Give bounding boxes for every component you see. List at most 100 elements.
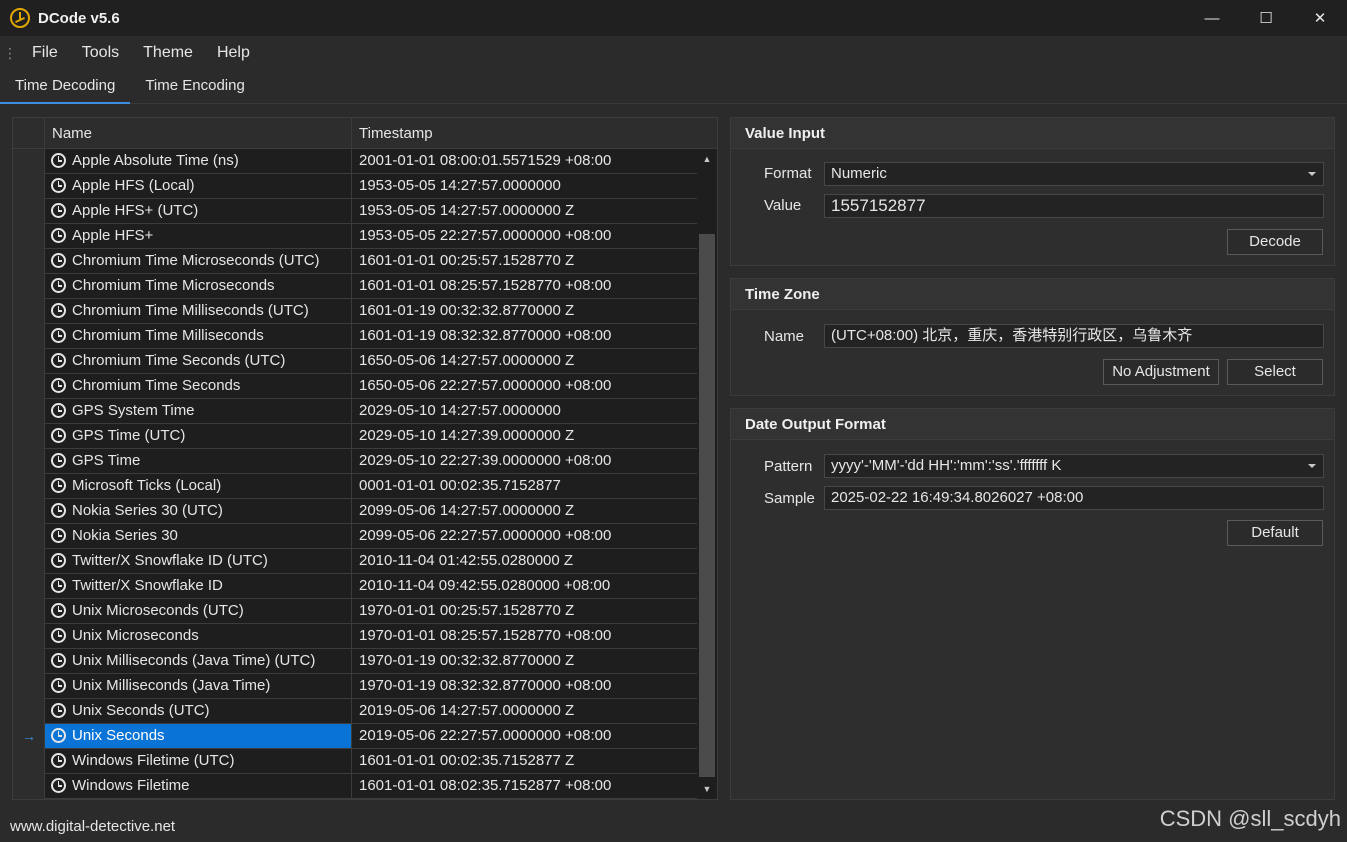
select-timezone-button[interactable]: Select xyxy=(1227,359,1323,385)
row-name-cell[interactable]: Twitter/X Snowflake ID xyxy=(44,574,351,598)
row-name-cell[interactable]: Microsoft Ticks (Local) xyxy=(44,474,351,498)
row-timestamp-cell[interactable]: 1953-05-05 22:27:57.0000000 +08:00 xyxy=(351,224,697,248)
row-timestamp-cell[interactable]: 1601-01-01 00:02:35.7152877 Z xyxy=(351,749,697,773)
column-header-timestamp[interactable]: Timestamp xyxy=(351,118,697,149)
row-name-cell[interactable]: Windows Filetime (UTC) xyxy=(44,749,351,773)
row-name-cell[interactable]: GPS System Time xyxy=(44,399,351,423)
table-row[interactable]: Unix Seconds 2019-05-06 22:27:57.0000000 … xyxy=(44,724,697,749)
row-timestamp-cell[interactable]: 1970-01-01 00:25:57.1528770 Z xyxy=(351,599,697,623)
row-name-cell[interactable]: Chromium Time Microseconds xyxy=(44,274,351,298)
row-name-cell[interactable]: Chromium Time Seconds (UTC) xyxy=(44,349,351,373)
row-name-cell[interactable]: Windows Filetime xyxy=(44,774,351,798)
row-timestamp-cell[interactable]: 2010-11-04 09:42:55.0280000 +08:00 xyxy=(351,574,697,598)
row-timestamp-cell[interactable]: 2001-01-01 08:00:01.5571529 +08:00 xyxy=(351,149,697,173)
row-timestamp-cell[interactable]: 2029-05-10 22:27:39.0000000 +08:00 xyxy=(351,449,697,473)
table-row[interactable]: Unix Microseconds 1970-01-01 08:25:57.152… xyxy=(44,624,697,649)
table-row[interactable]: Apple HFS+ 1953-05-05 22:27:57.0000000 +0… xyxy=(44,224,697,249)
table-row[interactable]: Unix Microseconds (UTC) 1970-01-01 00:25:… xyxy=(44,599,697,624)
row-name-cell[interactable]: Chromium Time Microseconds (UTC) xyxy=(44,249,351,273)
row-name-cell[interactable]: Chromium Time Milliseconds (UTC) xyxy=(44,299,351,323)
row-timestamp-cell[interactable]: 1601-01-19 08:32:32.8770000 +08:00 xyxy=(351,324,697,348)
table-row[interactable]: Chromium Time Microseconds 1601-01-01 08:… xyxy=(44,274,697,299)
row-name-cell[interactable]: Unix Seconds (UTC) xyxy=(44,699,351,723)
row-name-cell[interactable]: Chromium Time Seconds xyxy=(44,374,351,398)
no-adjustment-button[interactable]: No Adjustment xyxy=(1103,359,1219,385)
row-name-cell[interactable]: Unix Microseconds (UTC) xyxy=(44,599,351,623)
table-row[interactable]: Nokia Series 30 2099-05-06 22:27:57.00000… xyxy=(44,524,697,549)
table-row[interactable]: Nokia Series 30 (UTC) 2099-05-06 14:27:57… xyxy=(44,499,697,524)
row-name-cell[interactable]: Apple HFS+ (UTC) xyxy=(44,199,351,223)
close-button[interactable]: ✕ xyxy=(1293,0,1347,36)
table-row[interactable]: Apple HFS (Local) 1953-05-05 14:27:57.000… xyxy=(44,174,697,199)
row-timestamp-cell[interactable]: 1601-01-19 00:32:32.8770000 Z xyxy=(351,299,697,323)
column-header-name[interactable]: Name xyxy=(44,118,351,149)
row-name-cell[interactable]: Unix Milliseconds (Java Time) (UTC) xyxy=(44,649,351,673)
row-name-cell[interactable]: Apple Absolute Time (ns) xyxy=(44,149,351,173)
table-row[interactable]: Unix Milliseconds (Java Time) (UTC) 1970-… xyxy=(44,649,697,674)
row-timestamp-cell[interactable]: 2099-05-06 22:27:57.0000000 +08:00 xyxy=(351,524,697,548)
maximize-button[interactable]: ☐ xyxy=(1239,0,1293,36)
row-timestamp-cell[interactable]: 2010-11-04 01:42:55.0280000 Z xyxy=(351,549,697,573)
row-name-cell[interactable]: GPS Time (UTC) xyxy=(44,424,351,448)
row-timestamp-cell[interactable]: 2099-05-06 14:27:57.0000000 Z xyxy=(351,499,697,523)
format-select[interactable]: Numeric xyxy=(824,162,1324,186)
row-timestamp-cell[interactable]: 1601-01-01 08:02:35.7152877 +08:00 xyxy=(351,774,697,798)
table-row[interactable]: Chromium Time Milliseconds 1601-01-19 08:… xyxy=(44,324,697,349)
row-name-cell[interactable]: Chromium Time Milliseconds xyxy=(44,324,351,348)
table-row[interactable]: Unix Seconds (UTC) 2019-05-06 14:27:57.00… xyxy=(44,699,697,724)
row-timestamp-cell[interactable]: 1601-01-01 08:25:57.1528770 +08:00 xyxy=(351,274,697,298)
row-timestamp-cell[interactable]: 0001-01-01 00:02:35.7152877 xyxy=(351,474,697,498)
default-button[interactable]: Default xyxy=(1227,520,1323,546)
tab-time-decoding[interactable]: Time Decoding xyxy=(0,70,131,104)
table-row[interactable]: Chromium Time Seconds (UTC) 1650-05-06 14… xyxy=(44,349,697,374)
table-row[interactable]: Apple Absolute Time (ns) 2001-01-01 08:00… xyxy=(44,149,697,174)
table-row[interactable]: Windows Filetime (UTC) 1601-01-01 00:02:3… xyxy=(44,749,697,774)
scroll-up-icon[interactable]: ▲ xyxy=(697,151,717,167)
row-timestamp-cell[interactable]: 1970-01-19 08:32:32.8770000 +08:00 xyxy=(351,674,697,698)
scroll-down-icon[interactable]: ▼ xyxy=(697,781,717,797)
row-name-cell[interactable]: Unix Milliseconds (Java Time) xyxy=(44,674,351,698)
menu-theme[interactable]: Theme xyxy=(131,44,205,62)
row-timestamp-cell[interactable]: 2019-05-06 14:27:57.0000000 Z xyxy=(351,699,697,723)
row-timestamp-cell[interactable]: 2029-05-10 14:27:57.0000000 xyxy=(351,399,697,423)
table-row[interactable]: Twitter/X Snowflake ID 2010-11-04 09:42:5… xyxy=(44,574,697,599)
row-timestamp-cell[interactable]: 2029-05-10 14:27:39.0000000 Z xyxy=(351,424,697,448)
tab-time-encoding[interactable]: Time Encoding xyxy=(130,70,260,104)
table-row[interactable]: GPS Time (UTC) 2029-05-10 14:27:39.000000… xyxy=(44,424,697,449)
row-name-cell[interactable]: Unix Microseconds xyxy=(44,624,351,648)
minimize-button[interactable]: — xyxy=(1185,0,1239,36)
decode-button[interactable]: Decode xyxy=(1227,229,1323,255)
table-row[interactable]: Chromium Time Microseconds (UTC) 1601-01-… xyxy=(44,249,697,274)
pattern-select[interactable]: yyyy'-'MM'-'dd HH':'mm':'ss'.'fffffff K xyxy=(824,454,1324,478)
row-name-cell[interactable]: Twitter/X Snowflake ID (UTC) xyxy=(44,549,351,573)
scrollbar-thumb[interactable] xyxy=(699,234,715,777)
table-row[interactable]: GPS System Time 2029-05-10 14:27:57.00000… xyxy=(44,399,697,424)
table-row[interactable]: Apple HFS+ (UTC) 1953-05-05 14:27:57.0000… xyxy=(44,199,697,224)
row-name-cell[interactable]: Nokia Series 30 (UTC) xyxy=(44,499,351,523)
row-timestamp-cell[interactable]: 1970-01-01 08:25:57.1528770 +08:00 xyxy=(351,624,697,648)
menu-file[interactable]: File xyxy=(20,44,70,62)
timestamp-grid[interactable]: Name Timestamp → Apple Absolute Time (ns… xyxy=(12,117,718,800)
row-name-cell[interactable]: GPS Time xyxy=(44,449,351,473)
row-name-cell[interactable]: Apple HFS+ xyxy=(44,224,351,248)
row-timestamp-cell[interactable]: 1953-05-05 14:27:57.0000000 xyxy=(351,174,697,198)
table-row[interactable]: GPS Time 2029-05-10 22:27:39.0000000 +08:… xyxy=(44,449,697,474)
row-timestamp-cell[interactable]: 1650-05-06 22:27:57.0000000 +08:00 xyxy=(351,374,697,398)
row-name-cell[interactable]: Nokia Series 30 xyxy=(44,524,351,548)
row-timestamp-cell[interactable]: 1953-05-05 14:27:57.0000000 Z xyxy=(351,199,697,223)
row-name-cell[interactable]: Unix Seconds xyxy=(44,724,351,748)
value-input[interactable]: 1557152877 xyxy=(824,194,1324,218)
row-timestamp-cell[interactable]: 1601-01-01 00:25:57.1528770 Z xyxy=(351,249,697,273)
row-timestamp-cell[interactable]: 2019-05-06 22:27:57.0000000 +08:00 xyxy=(351,724,697,748)
table-row[interactable]: Twitter/X Snowflake ID (UTC) 2010-11-04 0… xyxy=(44,549,697,574)
row-timestamp-cell[interactable]: 1970-01-19 00:32:32.8770000 Z xyxy=(351,649,697,673)
table-row[interactable]: Chromium Time Seconds 1650-05-06 22:27:57… xyxy=(44,374,697,399)
table-row[interactable]: Windows Filetime 1601-01-01 08:02:35.7152… xyxy=(44,774,697,799)
timezone-name-field[interactable]: (UTC+08:00) 北京，重庆，香港特别行政区，乌鲁木齐 xyxy=(824,324,1324,348)
table-row[interactable]: Microsoft Ticks (Local) 0001-01-01 00:02:… xyxy=(44,474,697,499)
row-timestamp-cell[interactable]: 1650-05-06 14:27:57.0000000 Z xyxy=(351,349,697,373)
menu-tools[interactable]: Tools xyxy=(70,44,131,62)
table-row[interactable]: Unix Milliseconds (Java Time) 1970-01-19 … xyxy=(44,674,697,699)
vertical-scrollbar[interactable]: ▲ ▼ xyxy=(697,149,717,799)
menu-help[interactable]: Help xyxy=(205,44,262,62)
